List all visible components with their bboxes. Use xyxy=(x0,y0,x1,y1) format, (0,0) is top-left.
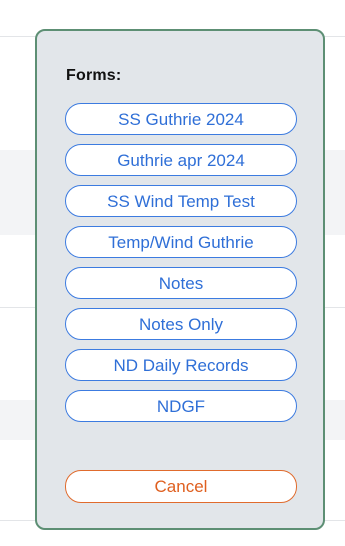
form-button-ndgf[interactable]: NDGF xyxy=(65,390,297,422)
form-button-notes-only[interactable]: Notes Only xyxy=(65,308,297,340)
form-button-guthrie-apr-2024[interactable]: Guthrie apr 2024 xyxy=(65,144,297,176)
form-button-notes[interactable]: Notes xyxy=(65,267,297,299)
form-button-nd-daily-records[interactable]: ND Daily Records xyxy=(65,349,297,381)
form-list: SS Guthrie 2024 Guthrie apr 2024 SS Wind… xyxy=(65,103,297,431)
form-button-ss-wind-temp-test[interactable]: SS Wind Temp Test xyxy=(65,185,297,217)
form-button-ss-guthrie-2024[interactable]: SS Guthrie 2024 xyxy=(65,103,297,135)
modal-title: Forms: xyxy=(66,67,122,84)
forms-modal: Forms: SS Guthrie 2024 Guthrie apr 2024 … xyxy=(35,29,325,530)
cancel-button[interactable]: Cancel xyxy=(65,470,297,503)
form-button-temp-wind-guthrie[interactable]: Temp/Wind Guthrie xyxy=(65,226,297,258)
